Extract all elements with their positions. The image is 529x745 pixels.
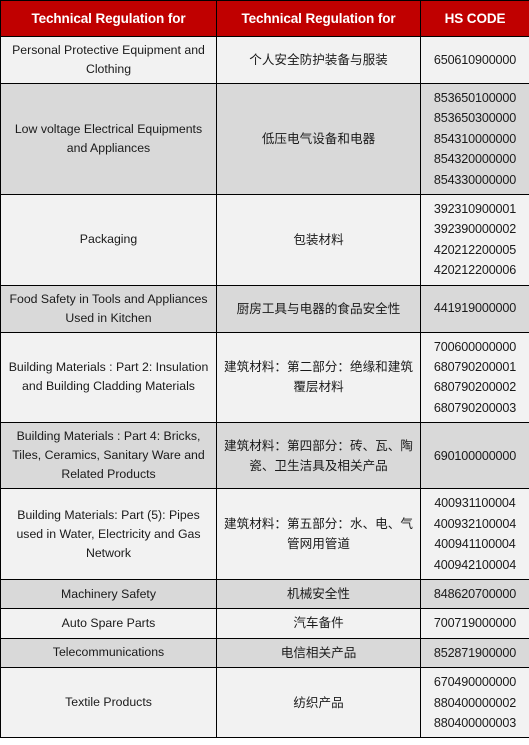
hs-code-value: 700719000000 bbox=[433, 616, 517, 631]
table-row: Low voltage Electrical Equipments and Ap… bbox=[0, 83, 529, 196]
cell-regulation-chinese: 建筑材料：第五部分：水、电、气管网用管道 bbox=[216, 488, 421, 580]
cell-regulation-english: Low voltage Electrical Equipments and Ap… bbox=[0, 83, 217, 196]
cell-regulation-english: Auto Spare Parts bbox=[0, 608, 217, 639]
table-header: Technical Regulation for Technical Regul… bbox=[0, 0, 529, 37]
hs-code-value: 650610900000 bbox=[433, 52, 517, 67]
column-header-hs-code: HS CODE bbox=[420, 0, 529, 37]
table-row: Machinery Safety 机械安全性 848620700000 bbox=[0, 578, 529, 610]
cell-regulation-chinese: 个人安全防护装备与服装 bbox=[216, 35, 421, 85]
cell-regulation-chinese: 建筑材料：第四部分：砖、瓦、陶瓷、卫生洁具及相关产品 bbox=[216, 422, 421, 490]
hs-code-value: 680790200002 bbox=[433, 380, 517, 395]
hs-code-value: 848620700000 bbox=[433, 586, 517, 601]
cell-regulation-chinese: 厨房工具与电器的食品安全性 bbox=[216, 284, 421, 333]
hs-code-value: 700600000000 bbox=[433, 339, 517, 354]
hs-code-value: 670490000000 bbox=[433, 675, 517, 690]
hs-code-value: 880400000002 bbox=[433, 695, 517, 710]
cell-hs-code: 400931100004 400932100004 400941100004 4009… bbox=[420, 488, 529, 580]
technical-regulation-table: Technical Regulation for Technical Regul… bbox=[0, 0, 529, 739]
hs-code-value: 854310000000 bbox=[433, 131, 517, 146]
cell-hs-code: 852871900000 bbox=[420, 637, 529, 669]
cell-regulation-english: Building Materials : Part 4: Bricks, Til… bbox=[0, 422, 217, 490]
hs-code-value: 853650100000 bbox=[433, 91, 517, 106]
hs-code-value: 680790200003 bbox=[433, 400, 517, 415]
hs-code-value: 400931100004 bbox=[434, 496, 516, 511]
cell-regulation-chinese: 建筑材料：第二部分：绝缘和建筑覆层材料 bbox=[216, 331, 421, 424]
cell-regulation-english: Personal Protective Equipment and Clothi… bbox=[0, 35, 217, 85]
cell-hs-code: 670490000000 880400000002 880400000003 bbox=[420, 667, 529, 739]
table-row: Packaging 包装材料 392310900001 392390000002 420… bbox=[0, 194, 529, 286]
technical-regulation-sheet: Technical Regulation for Technical Regul… bbox=[0, 0, 529, 745]
cell-regulation-english: Building Materials: Part (5): Pipes used… bbox=[0, 488, 217, 580]
hs-code-value: 420212200005 bbox=[433, 242, 517, 257]
table-row: Personal Protective Equipment and Clothi… bbox=[0, 35, 529, 85]
cell-regulation-english: Packaging bbox=[0, 194, 217, 286]
hs-code-value: 441919000000 bbox=[433, 301, 517, 316]
header-row: Technical Regulation for Technical Regul… bbox=[0, 0, 529, 37]
cell-regulation-english: Food Safety in Tools and Appliances Used… bbox=[0, 284, 217, 333]
table-row: Telecommunications 电信相关产品 852871900000 bbox=[0, 637, 529, 669]
hs-code-value: 400941100004 bbox=[434, 537, 516, 552]
cell-hs-code: 848620700000 bbox=[420, 578, 529, 610]
table-row: Auto Spare Parts 汽车备件 700719000000 bbox=[0, 608, 529, 639]
hs-code-value: 420212200006 bbox=[433, 263, 517, 278]
table-row: Textile Products 纺织产品 670490000000 88040000… bbox=[0, 667, 529, 739]
hs-code-value: 690100000000 bbox=[433, 448, 517, 463]
cell-hs-code: 441919000000 bbox=[420, 284, 529, 333]
hs-code-value: 852871900000 bbox=[433, 645, 517, 660]
cell-regulation-english: Textile Products bbox=[0, 667, 217, 739]
cell-hs-code: 700600000000 680790200001 680790200002 6807… bbox=[420, 331, 529, 424]
cell-hs-code: 700719000000 bbox=[420, 608, 529, 639]
table-row: Food Safety in Tools and Appliances Used… bbox=[0, 284, 529, 333]
cell-regulation-chinese: 汽车备件 bbox=[216, 608, 421, 639]
hs-code-value: 854330000000 bbox=[433, 172, 517, 187]
hs-code-value: 880400000003 bbox=[433, 715, 517, 730]
table-body: Personal Protective Equipment and Clothi… bbox=[0, 35, 529, 739]
cell-hs-code: 690100000000 bbox=[420, 422, 529, 490]
cell-regulation-chinese: 纺织产品 bbox=[216, 667, 421, 739]
hs-code-value: 392390000002 bbox=[433, 222, 517, 237]
cell-regulation-english: Machinery Safety bbox=[0, 578, 217, 610]
cell-regulation-chinese: 电信相关产品 bbox=[216, 637, 421, 669]
hs-code-value: 392310900001 bbox=[433, 202, 517, 217]
cell-hs-code: 650610900000 bbox=[420, 35, 529, 85]
cell-regulation-chinese: 机械安全性 bbox=[216, 578, 421, 610]
hs-code-value: 400942100004 bbox=[433, 557, 517, 572]
hs-code-value: 854320000000 bbox=[433, 152, 517, 167]
cell-hs-code: 392310900001 392390000002 420212200005 4202… bbox=[420, 194, 529, 286]
cell-regulation-chinese: 包装材料 bbox=[216, 194, 421, 286]
column-header-regulation-english: Technical Regulation for bbox=[0, 0, 217, 37]
table-row: Building Materials : Part 2: Insulation … bbox=[0, 331, 529, 424]
hs-code-value: 400932100004 bbox=[433, 516, 517, 531]
table-row: Building Materials: Part (5): Pipes used… bbox=[0, 488, 529, 580]
cell-regulation-english: Building Materials : Part 2: Insulation … bbox=[0, 331, 217, 424]
hs-code-value: 853650300000 bbox=[433, 111, 517, 126]
cell-regulation-english: Telecommunications bbox=[0, 637, 217, 669]
cell-regulation-chinese: 低压电气设备和电器 bbox=[216, 83, 421, 196]
column-header-regulation-chinese: Technical Regulation for bbox=[216, 0, 421, 37]
table-row: Building Materials : Part 4: Bricks, Til… bbox=[0, 422, 529, 490]
hs-code-value: 680790200001 bbox=[433, 360, 517, 375]
cell-hs-code: 853650100000 853650300000 854310000000 8543… bbox=[420, 83, 529, 196]
